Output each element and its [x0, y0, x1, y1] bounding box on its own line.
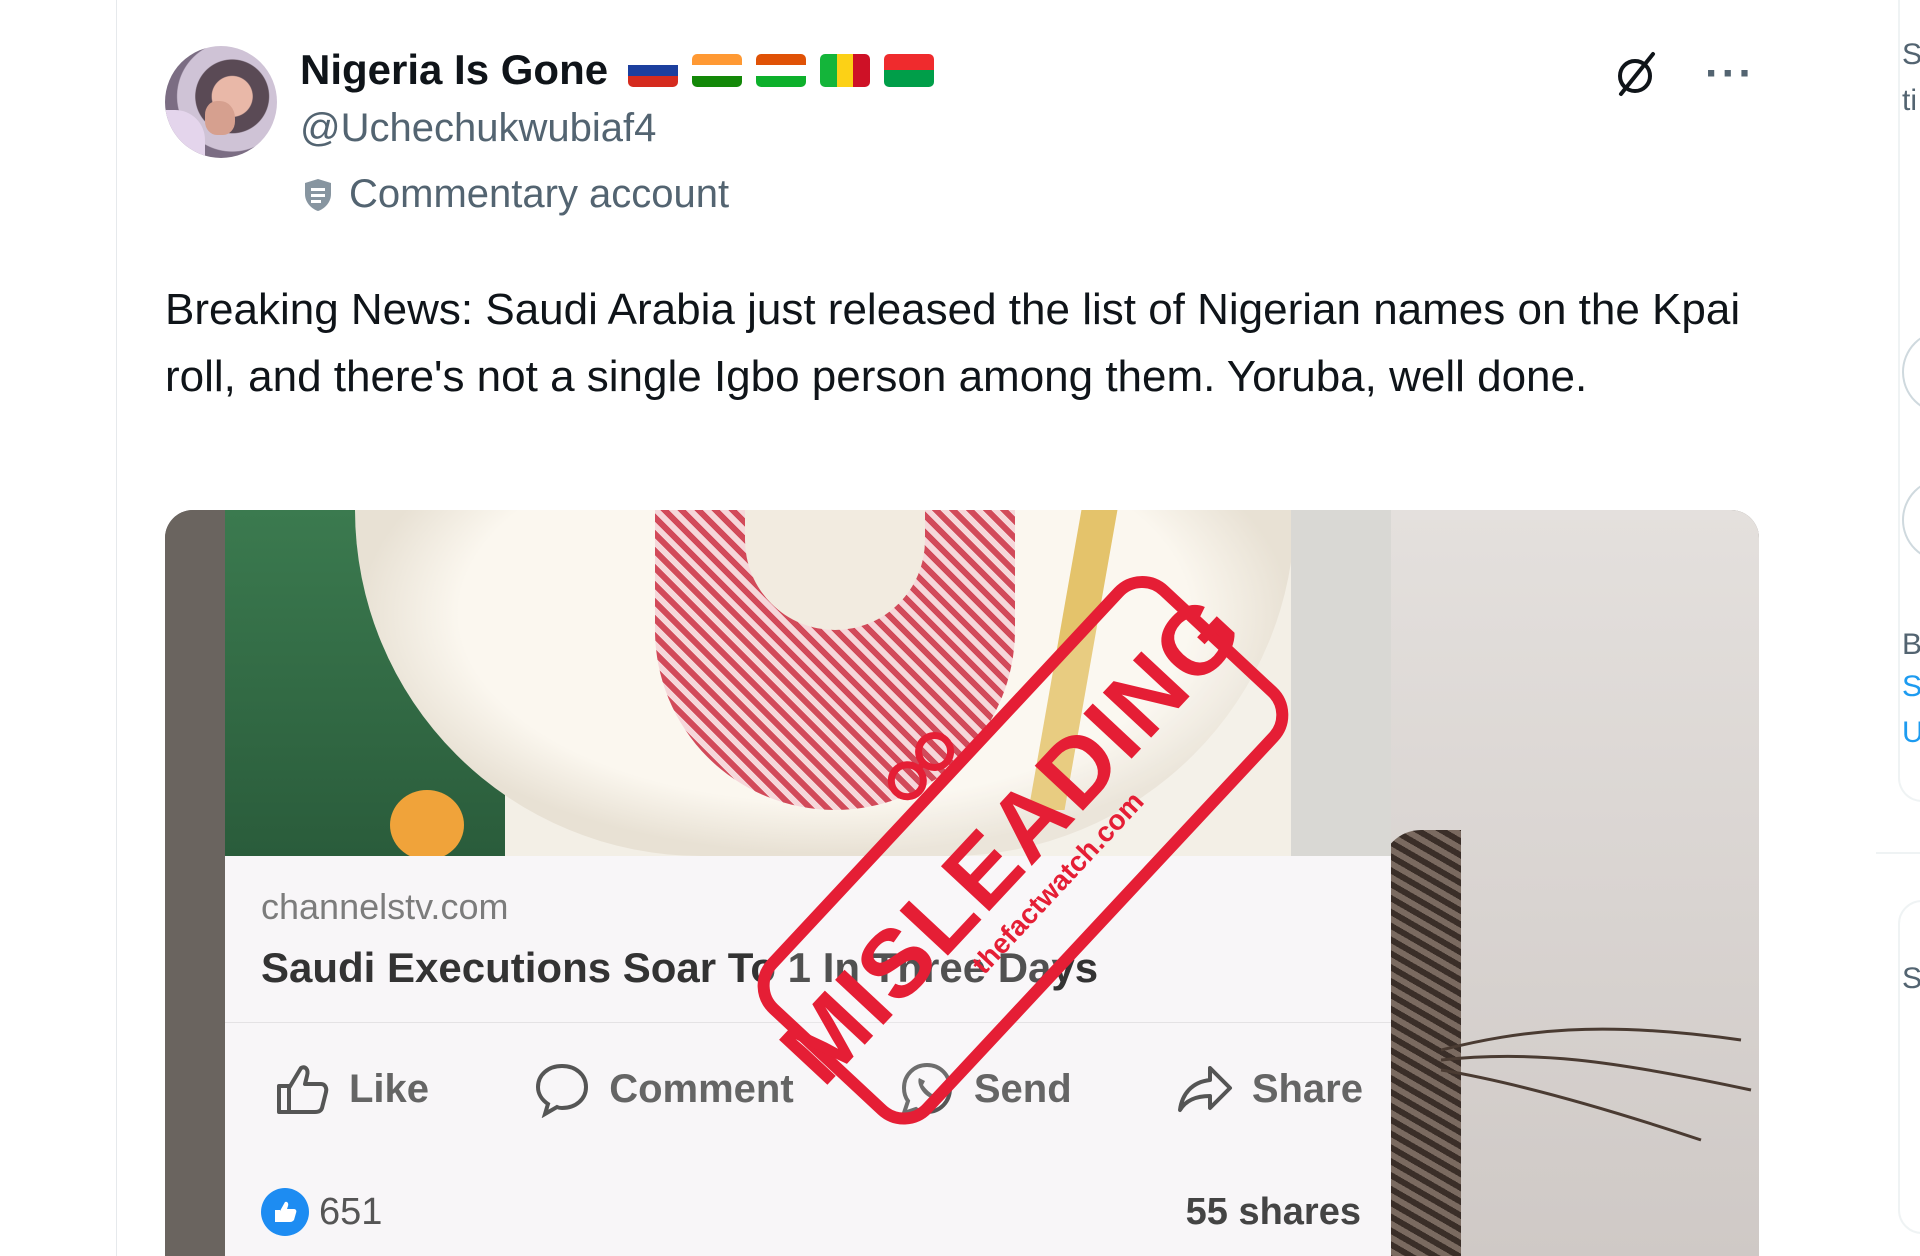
russia-flag	[628, 53, 679, 87]
share-arrow-icon	[1177, 1066, 1232, 1112]
author-display-name[interactable]: Nigeria Is Gone	[300, 46, 608, 94]
media-left-bar	[165, 510, 225, 1256]
facebook-stats: 651 55 shares	[261, 1188, 1361, 1236]
tweet-card: Nigeria Is Gone @Uchechukwubiaf4 Comment…	[116, 0, 1808, 1256]
sidebar-divider	[1876, 852, 1920, 854]
grok-icon[interactable]	[1613, 50, 1661, 98]
video-frame	[1391, 510, 1759, 1256]
sidebar-text-4: S	[1902, 962, 1920, 995]
account-label[interactable]: Commentary account	[303, 172, 729, 217]
like-reaction-icon	[261, 1188, 309, 1236]
like-label: Like	[349, 1066, 430, 1111]
reaction-count: 651	[319, 1190, 383, 1233]
like-action: Like	[273, 1060, 429, 1118]
post-top-actions: ···	[1613, 50, 1755, 98]
source-site: channelstv.com	[261, 886, 509, 927]
post-text: Breaking News: Saudi Arabia just release…	[165, 285, 1741, 401]
india-flag	[692, 53, 743, 87]
sidebar-link-2[interactable]: U	[1902, 716, 1920, 750]
author-name-row[interactable]: Nigeria Is Gone	[300, 46, 935, 94]
account-label-text: Commentary account	[349, 172, 730, 216]
burkina-faso-flag	[884, 53, 935, 87]
flag-emojis	[628, 53, 935, 87]
share-label: Share	[1251, 1066, 1363, 1111]
niger-flag	[756, 53, 807, 87]
author-handle[interactable]: @Uchechukwubiaf4	[300, 106, 656, 151]
sidebar-link-1[interactable]: S	[1902, 670, 1920, 704]
share-action: Share	[1176, 1060, 1363, 1118]
comment-action: Comment	[533, 1060, 794, 1118]
send-label: Send	[973, 1066, 1072, 1111]
sidebar-text-2: ti	[1902, 84, 1917, 117]
comment-label: Comment	[609, 1066, 794, 1111]
shield-icon	[305, 178, 331, 211]
avatar[interactable]	[165, 46, 277, 158]
reaction-summary: 651	[261, 1188, 382, 1236]
comment-icon	[536, 1063, 589, 1118]
left-gutter	[0, 0, 116, 1256]
thumbs-up-icon	[277, 1065, 329, 1114]
sidebar-panel-bottom	[1898, 900, 1920, 1234]
mali-flag	[820, 53, 871, 87]
right-sidebar: S ti B S U S	[1806, 0, 1920, 1256]
sidebar-text-3: B	[1902, 628, 1920, 661]
sidebar-text-1: S	[1902, 38, 1920, 71]
share-count: 55 shares	[1185, 1190, 1361, 1233]
more-options-icon[interactable]: ···	[1705, 52, 1755, 96]
